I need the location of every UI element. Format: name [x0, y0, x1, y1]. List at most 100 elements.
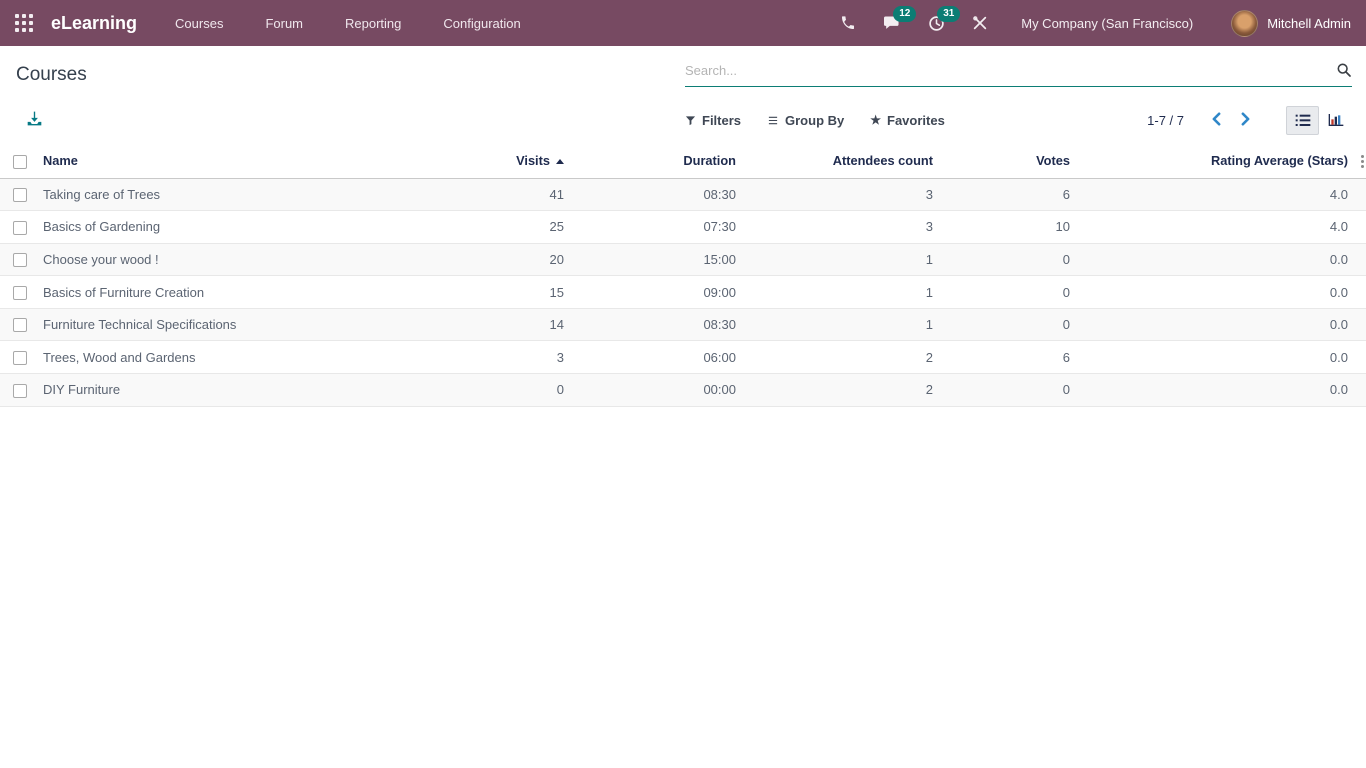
cell-name[interactable]: Basics of Gardening — [40, 211, 426, 244]
cell-duration[interactable]: 08:30 — [566, 308, 738, 341]
row-checkbox[interactable] — [13, 286, 27, 300]
cell-visits[interactable]: 41 — [426, 178, 566, 211]
pager-previous-button[interactable] — [1202, 112, 1231, 129]
table-row[interactable]: Furniture Technical Specifications 14 08… — [0, 308, 1366, 341]
list-view-button[interactable] — [1286, 106, 1319, 135]
cell-visits[interactable]: 0 — [426, 374, 566, 407]
cell-rating[interactable]: 0.0 — [1072, 341, 1350, 374]
pager-next-button[interactable] — [1231, 112, 1260, 129]
cell-votes[interactable]: 0 — [935, 276, 1072, 309]
table-row[interactable]: Taking care of Trees 41 08:30 3 6 4.0 — [0, 178, 1366, 211]
cell-name[interactable]: Furniture Technical Specifications — [40, 308, 426, 341]
pager: 1-7 / 7 — [1147, 112, 1260, 129]
search-input[interactable] — [685, 63, 1324, 78]
column-header-duration[interactable]: Duration — [566, 144, 738, 178]
cell-duration[interactable]: 09:00 — [566, 276, 738, 309]
cell-votes[interactable]: 0 — [935, 308, 1072, 341]
cell-votes[interactable]: 0 — [935, 243, 1072, 276]
column-header-rating[interactable]: Rating Average (Stars) — [1072, 144, 1350, 178]
cell-attendees[interactable]: 3 — [738, 178, 935, 211]
optional-columns-toggle[interactable] — [1350, 144, 1366, 178]
table-row[interactable]: Basics of Gardening 25 07:30 3 10 4.0 — [0, 211, 1366, 244]
filter-funnel-icon — [685, 115, 696, 126]
row-checkbox[interactable] — [13, 221, 27, 235]
table-row[interactable]: Basics of Furniture Creation 15 09:00 1 … — [0, 276, 1366, 309]
cell-duration[interactable]: 08:30 — [566, 178, 738, 211]
cell-name[interactable]: Taking care of Trees — [40, 178, 426, 211]
column-header-votes[interactable]: Votes — [935, 144, 1072, 178]
vertical-dots-icon — [1361, 155, 1364, 168]
activities-badge: 31 — [937, 6, 960, 22]
table-row[interactable]: Choose your wood ! 20 15:00 1 0 0.0 — [0, 243, 1366, 276]
cell-attendees[interactable]: 2 — [738, 374, 935, 407]
column-header-attendees[interactable]: Attendees count — [738, 144, 935, 178]
cell-duration[interactable]: 00:00 — [566, 374, 738, 407]
top-navbar: eLearning Courses Forum Reporting Config… — [0, 0, 1366, 46]
row-checkbox[interactable] — [13, 188, 27, 202]
chevron-right-icon — [1240, 112, 1251, 126]
page-title: Courses — [16, 56, 87, 86]
menu-forum[interactable]: Forum — [265, 16, 303, 31]
cell-attendees[interactable]: 1 — [738, 308, 935, 341]
select-all-checkbox[interactable] — [13, 155, 27, 169]
menu-configuration[interactable]: Configuration — [443, 16, 520, 31]
cell-rating[interactable]: 0.0 — [1072, 308, 1350, 341]
cell-duration[interactable]: 06:00 — [566, 341, 738, 374]
graph-view-button[interactable] — [1319, 106, 1352, 135]
column-header-visits[interactable]: Visits — [426, 144, 566, 178]
cell-name[interactable]: Basics of Furniture Creation — [40, 276, 426, 309]
row-checkbox[interactable] — [13, 351, 27, 365]
cell-visits[interactable]: 25 — [426, 211, 566, 244]
group-by-button[interactable]: Group By — [767, 113, 844, 128]
table-row[interactable]: DIY Furniture 0 00:00 2 0 0.0 — [0, 374, 1366, 407]
cell-rating[interactable]: 4.0 — [1072, 211, 1350, 244]
cell-votes[interactable]: 6 — [935, 341, 1072, 374]
menu-courses[interactable]: Courses — [175, 16, 223, 31]
messages-icon[interactable]: 12 — [877, 8, 907, 38]
cell-rating[interactable]: 4.0 — [1072, 178, 1350, 211]
activities-icon[interactable]: 31 — [921, 8, 951, 38]
cell-attendees[interactable]: 1 — [738, 243, 935, 276]
cell-name[interactable]: Trees, Wood and Gardens — [40, 341, 426, 374]
cell-visits[interactable]: 20 — [426, 243, 566, 276]
row-checkbox[interactable] — [13, 384, 27, 398]
filters-label: Filters — [702, 113, 741, 128]
menu-reporting[interactable]: Reporting — [345, 16, 401, 31]
cell-duration[interactable]: 15:00 — [566, 243, 738, 276]
tools-icon[interactable] — [965, 8, 995, 38]
row-checkbox[interactable] — [13, 318, 27, 332]
row-checkbox[interactable] — [13, 253, 27, 267]
cell-votes[interactable]: 6 — [935, 178, 1072, 211]
app-name[interactable]: eLearning — [51, 13, 137, 34]
pager-range[interactable]: 1-7 / 7 — [1147, 113, 1184, 128]
cell-rating[interactable]: 0.0 — [1072, 243, 1350, 276]
apps-menu-icon[interactable] — [15, 14, 33, 32]
favorites-button[interactable]: ★ Favorites — [870, 113, 945, 128]
chevron-left-icon — [1211, 112, 1222, 126]
search-icon[interactable] — [1336, 62, 1352, 83]
column-header-name[interactable]: Name — [40, 144, 426, 178]
filters-button[interactable]: Filters — [685, 113, 741, 128]
cell-attendees[interactable]: 2 — [738, 341, 935, 374]
cell-votes[interactable]: 0 — [935, 374, 1072, 407]
cell-visits[interactable]: 15 — [426, 276, 566, 309]
view-switcher — [1286, 106, 1352, 135]
cell-duration[interactable]: 07:30 — [566, 211, 738, 244]
cell-rating[interactable]: 0.0 — [1072, 276, 1350, 309]
export-button[interactable] — [26, 111, 43, 129]
cell-rating[interactable]: 0.0 — [1072, 374, 1350, 407]
control-panel: Courses Filters — [0, 46, 1366, 136]
sort-ascending-icon — [556, 159, 564, 164]
table-row[interactable]: Trees, Wood and Gardens 3 06:00 2 6 0.0 — [0, 341, 1366, 374]
cell-attendees[interactable]: 3 — [738, 211, 935, 244]
cell-name[interactable]: Choose your wood ! — [40, 243, 426, 276]
cell-attendees[interactable]: 1 — [738, 276, 935, 309]
company-switcher[interactable]: My Company (San Francisco) — [1021, 16, 1193, 31]
user-name: Mitchell Admin — [1267, 16, 1351, 31]
cell-votes[interactable]: 10 — [935, 211, 1072, 244]
cell-visits[interactable]: 3 — [426, 341, 566, 374]
user-menu[interactable]: Mitchell Admin — [1231, 10, 1351, 37]
cell-name[interactable]: DIY Furniture — [40, 374, 426, 407]
cell-visits[interactable]: 14 — [426, 308, 566, 341]
phone-icon[interactable] — [833, 8, 863, 38]
